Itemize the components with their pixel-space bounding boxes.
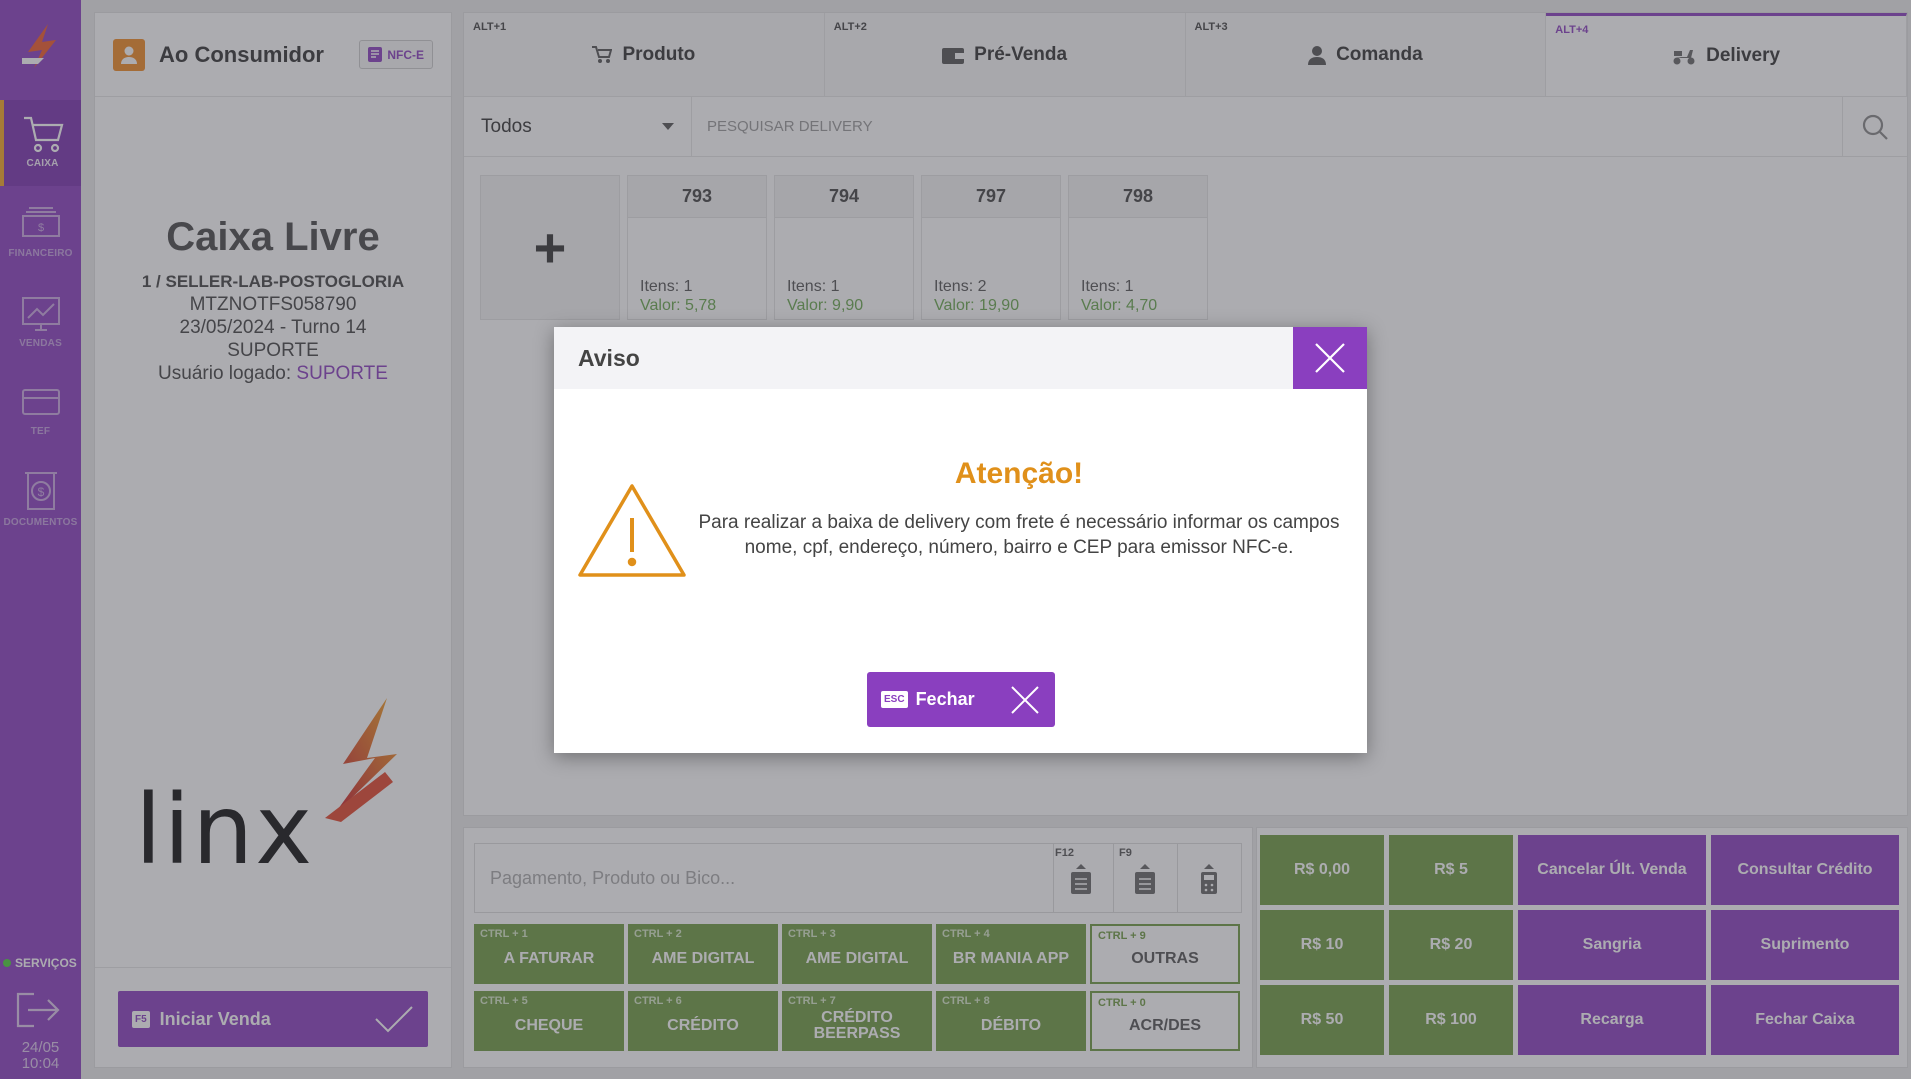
fechar-label: Fechar (915, 689, 975, 709)
dialog-fechar-button[interactable]: ESC Fechar (867, 672, 1055, 727)
warning-dialog: Aviso Atenção! Para realizar a baixa de … (554, 327, 1367, 753)
dialog-title: Aviso (554, 327, 1367, 389)
warning-icon (578, 484, 686, 577)
close-icon (1011, 685, 1039, 714)
shortcut-badge: ESC (881, 691, 908, 708)
dialog-close-button[interactable] (1293, 327, 1367, 389)
close-icon (1315, 343, 1345, 373)
dialog-heading: Atenção! (954, 457, 1084, 490)
dialog-message: Para realizar a baixa de delivery com fr… (698, 512, 1340, 558)
